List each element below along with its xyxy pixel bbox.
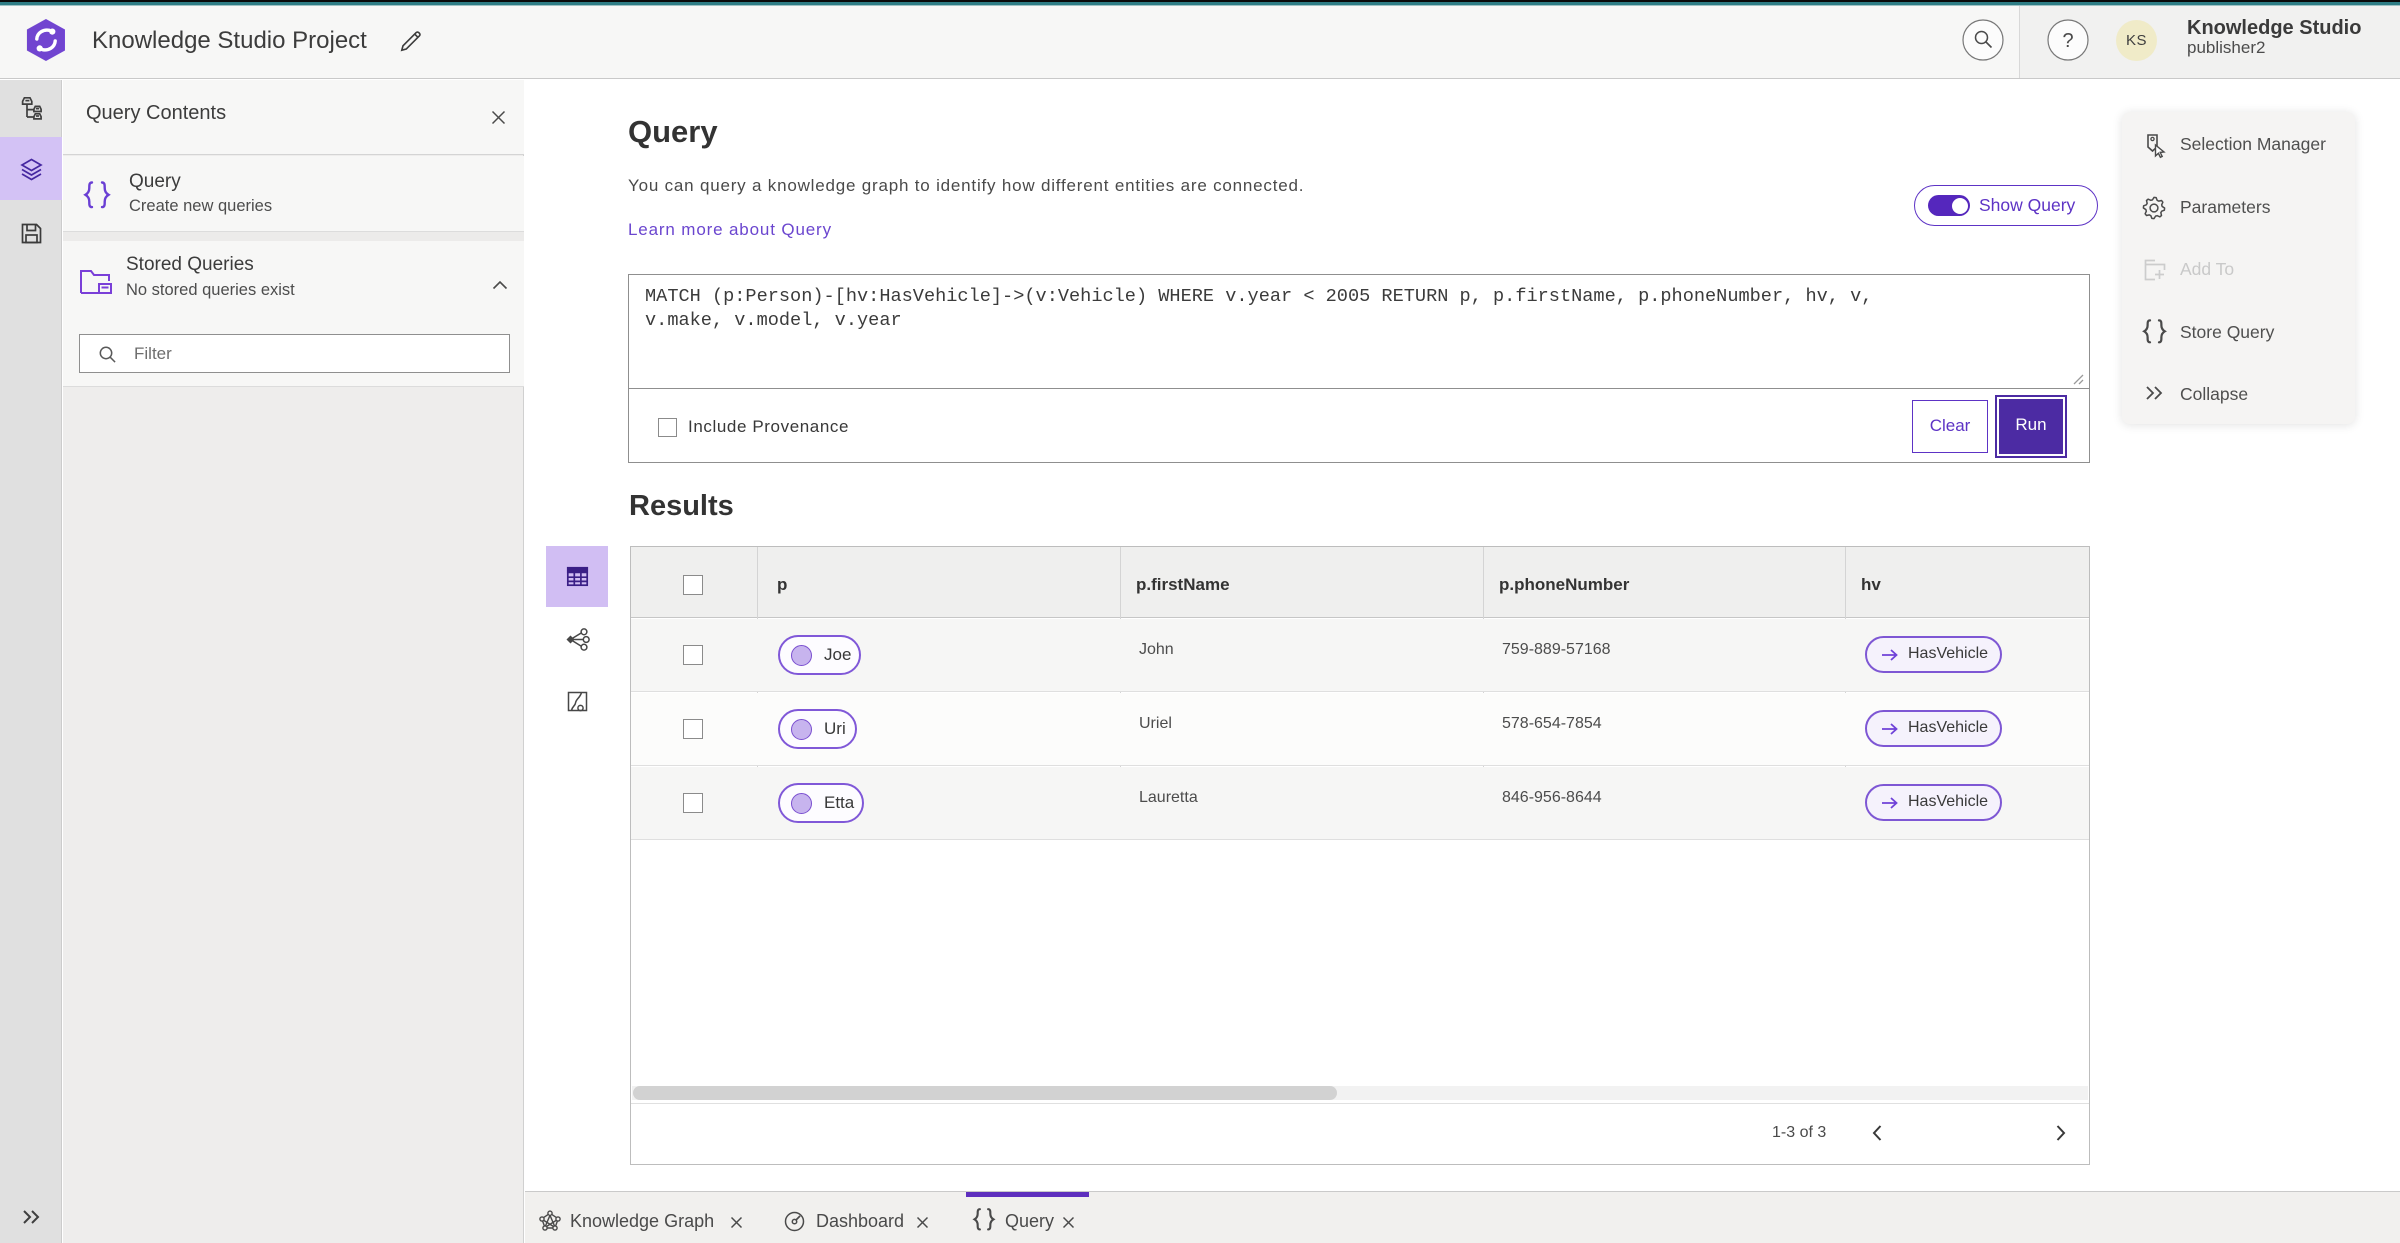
svg-text:?: ? <box>2062 30 2073 52</box>
